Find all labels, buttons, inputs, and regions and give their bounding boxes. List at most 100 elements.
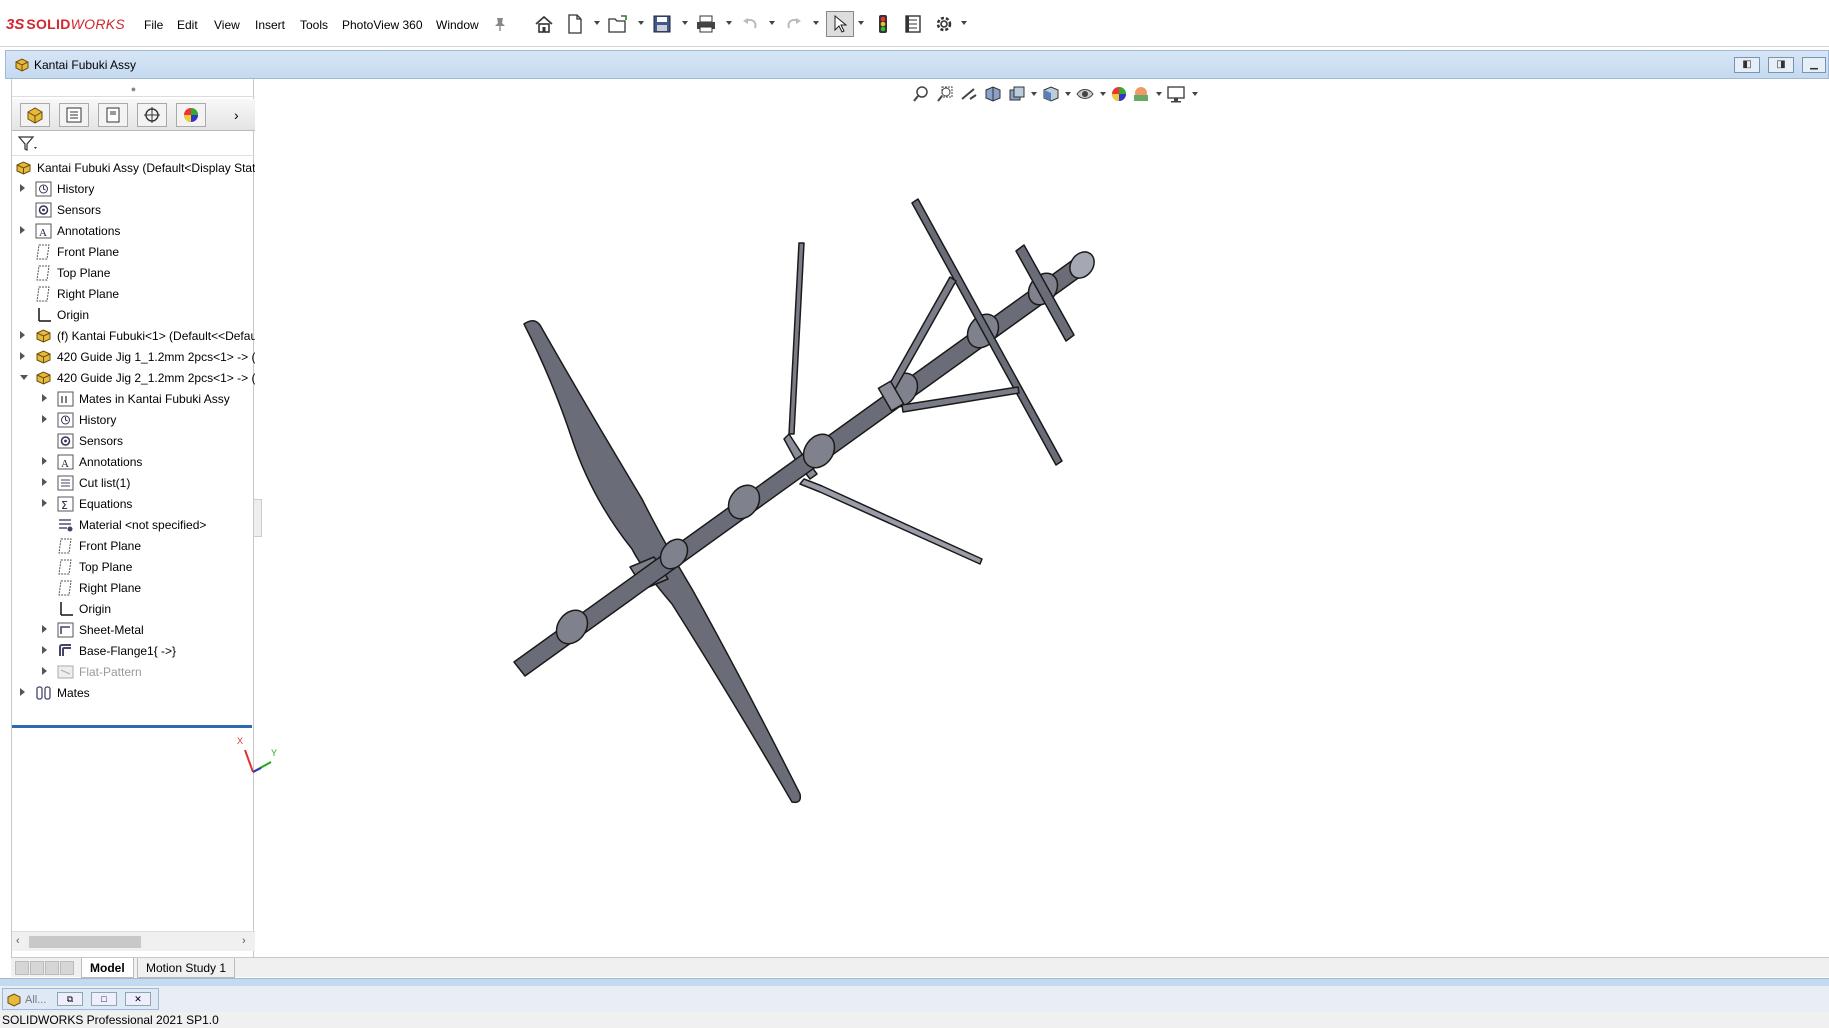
- tree-item[interactable]: History: [12, 409, 255, 431]
- tree-item[interactable]: Front Plane: [12, 241, 255, 263]
- undo-dropdown-arrow[interactable]: [769, 21, 775, 25]
- expand-arrow-icon[interactable]: [42, 478, 47, 486]
- tree-item[interactable]: Right Plane: [12, 283, 255, 305]
- configuration-manager-tab-icon[interactable]: [98, 103, 128, 127]
- open-icon[interactable]: [607, 13, 629, 35]
- menu-insert[interactable]: Insert: [255, 18, 285, 32]
- tab-scroll-buttons[interactable]: [15, 961, 75, 975]
- tree-item[interactable]: Right Plane: [12, 577, 255, 599]
- solidworks-logo[interactable]: 3S SOLIDWORKS: [6, 13, 125, 35]
- home-icon[interactable]: [533, 13, 555, 35]
- assembly-model[interactable]: [262, 79, 1829, 957]
- menu-photoview[interactable]: PhotoView 360: [342, 18, 423, 32]
- filter-icon[interactable]: [17, 136, 38, 155]
- maximize-button[interactable]: □: [91, 992, 117, 1006]
- print-dropdown-arrow[interactable]: [726, 21, 732, 25]
- options-icon[interactable]: [933, 13, 955, 35]
- chevron-right-icon[interactable]: ›: [234, 107, 239, 123]
- tree-root[interactable]: Kantai Fubuki Assy (Default<Display Stat…: [12, 157, 255, 179]
- expand-arrow-icon[interactable]: [42, 394, 47, 402]
- expand-arrow-icon[interactable]: [42, 499, 47, 507]
- tree-item[interactable]: 420 Guide Jig 2_1.2mm 2pcs<1> -> (Defaul…: [12, 367, 255, 389]
- status-text: SOLIDWORKS Professional 2021 SP1.0: [2, 1013, 219, 1027]
- menu-view[interactable]: View: [214, 18, 240, 32]
- tree-item-label: Annotations: [79, 455, 143, 469]
- assembly-document-icon: [14, 57, 30, 76]
- tree-item[interactable]: Base-Flange1{ ->}: [12, 640, 255, 662]
- tree-item[interactable]: Sensors: [12, 430, 255, 452]
- restore-button[interactable]: ⧉: [57, 992, 83, 1006]
- sensors-icon: [35, 202, 52, 218]
- new-document-icon[interactable]: [564, 13, 586, 35]
- tree-item[interactable]: Top Plane: [12, 262, 255, 284]
- expand-arrow-icon[interactable]: [42, 415, 47, 423]
- expand-arrow-icon[interactable]: [20, 352, 25, 360]
- new-dropdown-arrow[interactable]: [594, 21, 600, 25]
- menu-file[interactable]: File: [144, 18, 163, 32]
- expand-arrow-icon[interactable]: [42, 667, 47, 675]
- menu-edit[interactable]: Edit: [177, 18, 198, 32]
- expand-arrow-icon[interactable]: [20, 226, 25, 234]
- menu-tools[interactable]: Tools: [300, 18, 328, 32]
- rebuild-icon[interactable]: [872, 13, 894, 35]
- tree-item[interactable]: A Annotations: [12, 220, 255, 242]
- collapse-arrow-icon[interactable]: [20, 375, 28, 380]
- expand-arrow-icon[interactable]: [42, 457, 47, 465]
- scroll-left-icon[interactable]: ‹: [16, 935, 20, 947]
- tree-item[interactable]: History: [12, 178, 255, 200]
- tree-item[interactable]: Mates: [12, 682, 255, 704]
- minimize-button[interactable]: ▁: [1802, 57, 1826, 73]
- expand-arrow-icon[interactable]: [20, 331, 25, 339]
- print-icon[interactable]: [695, 13, 717, 35]
- tree-item[interactable]: Sheet-Metal: [12, 619, 255, 641]
- save-dropdown-arrow[interactable]: [682, 21, 688, 25]
- open-dropdown-arrow[interactable]: [638, 21, 644, 25]
- tree-item[interactable]: Front Plane: [12, 535, 255, 557]
- expand-arrow-icon[interactable]: [42, 646, 47, 654]
- save-icon[interactable]: [651, 13, 673, 35]
- dimxpert-manager-tab-icon[interactable]: [137, 103, 167, 127]
- tree-item[interactable]: Flat-Pattern: [12, 661, 255, 683]
- property-manager-tab-icon[interactable]: [59, 103, 89, 127]
- tab-motion-study-1[interactable]: Motion Study 1: [137, 958, 236, 978]
- menu-window[interactable]: Window: [436, 18, 479, 32]
- panel-grip[interactable]: ●: [12, 83, 255, 97]
- select-icon[interactable]: [826, 11, 854, 37]
- redo-icon[interactable]: [783, 13, 805, 35]
- display-manager-tab-icon[interactable]: [176, 103, 206, 127]
- tree-item[interactable]: Origin: [12, 598, 255, 620]
- graphics-area[interactable]: X Y: [237, 79, 1829, 957]
- feature-manager-tab-icon[interactable]: [20, 103, 50, 127]
- options-dropdown-arrow[interactable]: [961, 21, 967, 25]
- pin-icon[interactable]: [489, 13, 511, 35]
- tree-item[interactable]: Mates in Kantai Fubuki Assy: [12, 388, 255, 410]
- select-dropdown-arrow[interactable]: [858, 21, 864, 25]
- tree-item[interactable]: (f) Kantai Fubuki<1> (Default<<Default>_…: [12, 325, 255, 347]
- tree-horizontal-scrollbar[interactable]: ‹ ›: [12, 931, 255, 951]
- tree-item[interactable]: Top Plane: [12, 556, 255, 578]
- expand-arrow-icon[interactable]: [20, 184, 25, 192]
- tab-model[interactable]: Model: [81, 958, 134, 978]
- minimized-document-label: All...: [25, 994, 47, 1006]
- panel-tabs: ›: [12, 99, 255, 131]
- tree-item[interactable]: A Annotations: [12, 451, 255, 473]
- tree-item[interactable]: Cut list(1): [12, 472, 255, 494]
- tree-item[interactable]: 420 Guide Jig 1_1.2mm 2pcs<1> -> (Defaul…: [12, 346, 255, 368]
- tree-item-label: Front Plane: [57, 245, 120, 259]
- tree-item[interactable]: Sensors: [12, 199, 255, 221]
- minimized-document[interactable]: All... ⧉ □ ✕: [2, 988, 159, 1010]
- expand-arrow-icon[interactable]: [42, 625, 47, 633]
- close-button[interactable]: ✕: [125, 992, 151, 1006]
- file-properties-icon[interactable]: [902, 13, 924, 35]
- tile-left-button[interactable]: ◧: [1734, 57, 1760, 73]
- tree-item[interactable]: Σ Equations: [12, 493, 255, 515]
- scroll-right-icon[interactable]: ›: [242, 935, 246, 947]
- expand-arrow-icon[interactable]: [20, 688, 25, 696]
- scroll-thumb[interactable]: [29, 936, 141, 948]
- tree-item[interactable]: Origin: [12, 304, 255, 326]
- panel-collapse-handle[interactable]: [254, 499, 262, 537]
- redo-dropdown-arrow[interactable]: [813, 21, 819, 25]
- tree-item[interactable]: Material <not specified>: [12, 514, 255, 536]
- undo-icon[interactable]: [739, 13, 761, 35]
- tile-right-button[interactable]: ◨: [1768, 57, 1794, 73]
